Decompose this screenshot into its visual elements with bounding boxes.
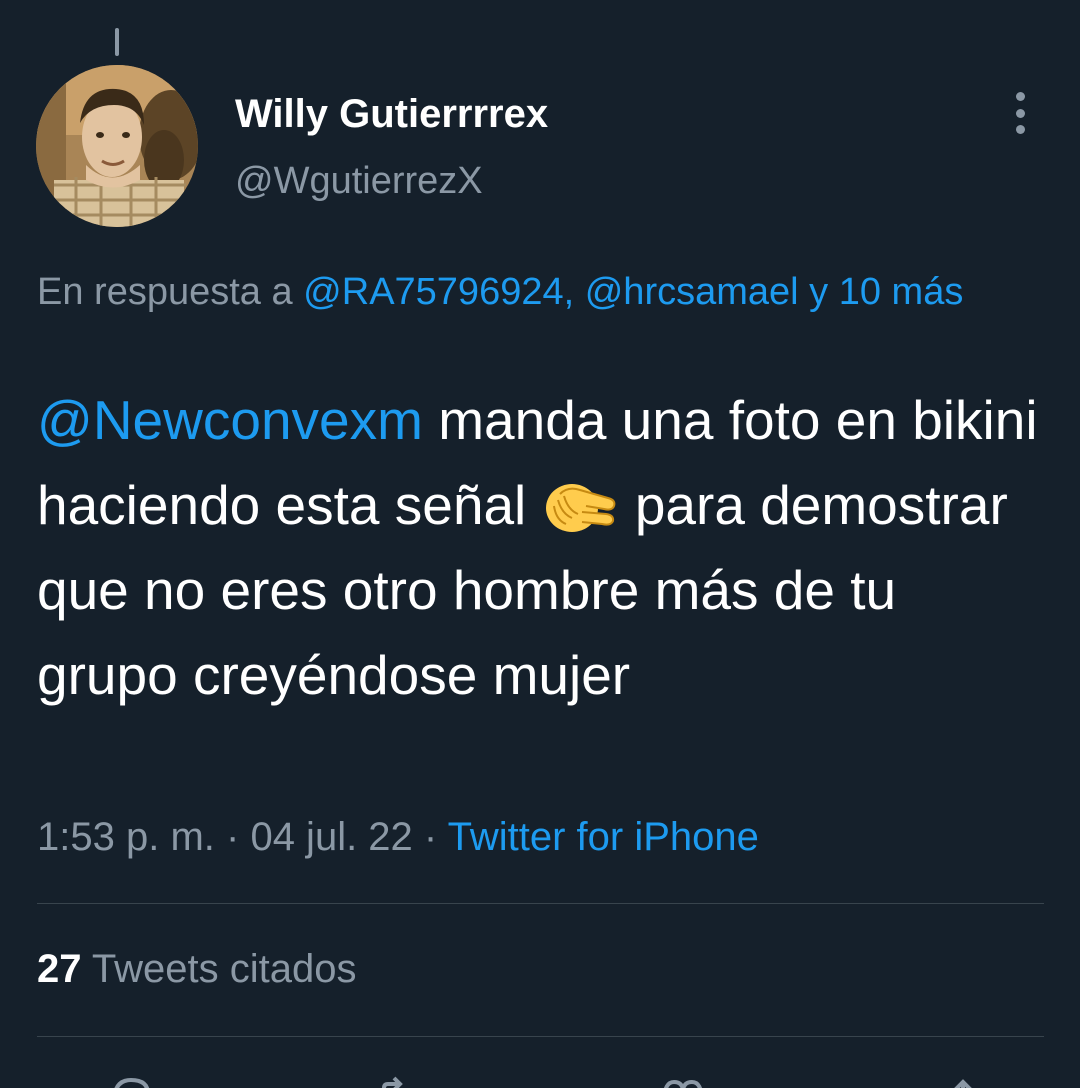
more-dot xyxy=(1015,108,1025,118)
pinching-hand-emoji-icon xyxy=(545,484,615,532)
reply-user-link[interactable]: @hrcsamael xyxy=(585,271,799,313)
author-handle[interactable]: @WgutierrezX xyxy=(235,160,483,203)
reply-user-link[interactable]: @RA75796924, xyxy=(303,271,574,313)
more-dot xyxy=(1015,92,1025,101)
tweet-time[interactable]: 1:53 p. m. xyxy=(37,815,215,859)
share-icon[interactable] xyxy=(940,1074,986,1088)
tweet-meta: 1:53 p. m. · 04 jul. 22 · Twitter for iP… xyxy=(37,815,759,860)
reply-context: En respuesta a @RA75796924, @hrcsamael y… xyxy=(37,262,1037,322)
like-icon[interactable] xyxy=(660,1074,706,1088)
thread-connector-line xyxy=(115,28,119,56)
meta-separator: · xyxy=(226,815,240,859)
retweet-icon[interactable] xyxy=(380,1074,426,1088)
quote-count: 27 xyxy=(37,947,82,991)
reply-icon[interactable] xyxy=(108,1074,154,1088)
avatar-photo xyxy=(36,65,198,227)
tweet-mention-link[interactable]: @Newconvexm xyxy=(37,389,423,451)
divider xyxy=(37,903,1044,904)
reply-others-link[interactable]: y 10 más xyxy=(809,271,963,313)
author-display-name[interactable]: Willy Gutierrrrex xyxy=(235,92,548,137)
meta-separator: · xyxy=(423,815,438,859)
divider xyxy=(37,1036,1044,1037)
quote-tweets-stat[interactable]: 27 Tweets citados xyxy=(37,947,356,992)
reply-prefix: En respuesta a xyxy=(37,271,293,313)
more-options-icon[interactable] xyxy=(1000,88,1040,138)
tweet-date[interactable]: 04 jul. 22 xyxy=(250,815,412,859)
tweet-text: @Newconvexm manda una foto en bikini hac… xyxy=(37,378,1047,718)
quote-label: Tweets citados xyxy=(91,947,357,991)
tweet-source-link[interactable]: Twitter for iPhone xyxy=(448,815,759,859)
avatar[interactable] xyxy=(36,65,198,227)
more-dot xyxy=(1015,125,1025,134)
